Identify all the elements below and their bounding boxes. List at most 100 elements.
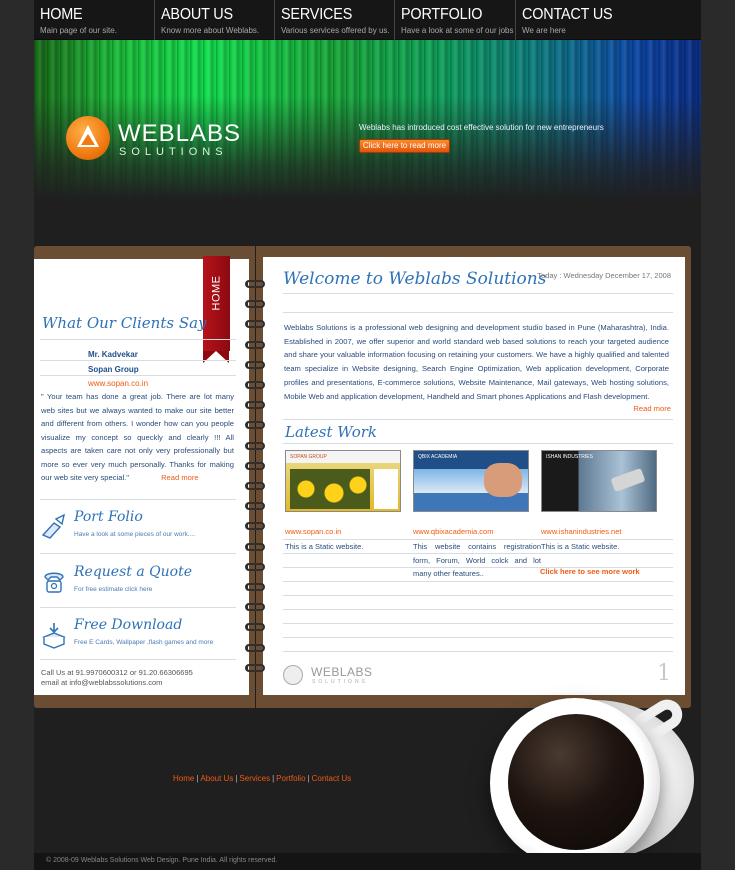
divider xyxy=(283,443,673,444)
divider xyxy=(40,360,236,361)
footer-link-about[interactable]: About Us xyxy=(200,774,233,783)
spiral-ring xyxy=(245,340,265,349)
divider xyxy=(283,623,673,624)
thumb-menu xyxy=(374,469,398,509)
spiral-ring xyxy=(245,522,265,531)
footer-link-portfolio[interactable]: Portfolio xyxy=(276,774,305,783)
footer-logo-subtext: SOLUTIONS xyxy=(312,679,368,685)
spiral-ring xyxy=(245,300,265,309)
copyright: © 2008-09 Weblabs Solutions Web Design. … xyxy=(34,853,701,870)
footer-link-home[interactable]: Home xyxy=(173,774,194,783)
divider xyxy=(40,607,236,608)
client-company: Sopan Group xyxy=(88,365,139,374)
divider xyxy=(283,595,673,596)
spiral-ring xyxy=(245,421,265,430)
work-thumb-ishan[interactable]: ISHAN INDUSTRIES xyxy=(541,450,657,512)
thumb-label: SOPAN GROUP xyxy=(290,454,327,460)
nav-item-about[interactable]: ABOUT US Know more about Weblabs. xyxy=(155,0,275,40)
footer-links: Home | About Us | Services | Portfolio | Contact… xyxy=(173,774,351,783)
today-date: Today : Wednesday December 17, 2008 xyxy=(537,271,671,280)
read-more-button[interactable]: Click here to read more xyxy=(359,139,450,153)
nav-portfolio-title[interactable]: PORTFOLIO xyxy=(401,6,504,24)
divider xyxy=(283,637,673,638)
free-download-title[interactable]: Free Download xyxy=(74,617,182,633)
client-name: Mr. Kadvekar xyxy=(88,350,138,359)
spiral-ring xyxy=(245,583,265,591)
nav-contact-title[interactable]: CONTACT US xyxy=(522,6,683,24)
spiral-ring xyxy=(245,623,265,632)
footer-link-services[interactable]: Services xyxy=(239,774,270,783)
divider xyxy=(40,499,236,500)
spiral-ring xyxy=(245,603,265,612)
footer-link-contact[interactable]: Contact Us xyxy=(312,774,352,783)
nav-portfolio-sub: Have a look at some of our jobs xyxy=(401,26,514,35)
thumb-people xyxy=(484,463,522,497)
free-download-block[interactable]: Free Download Free E Cards, Wallpaper ,f… xyxy=(40,617,240,661)
divider xyxy=(283,539,673,540)
testimonial-read-more-link[interactable]: Read more xyxy=(161,473,199,482)
portfolio-block[interactable]: Port Folio Have a look at some pieces of… xyxy=(40,509,240,553)
testimonial-body: " Your team has done a great job. There … xyxy=(41,392,234,482)
nav-item-home[interactable]: HOME Main page of our site. xyxy=(34,0,155,40)
nav-home-sub: Main page of our site. xyxy=(40,26,117,35)
welcome-heading: Welcome to Weblabs Solutions xyxy=(283,269,547,289)
see-more-work-link[interactable]: Click here to see more work xyxy=(540,567,640,576)
spiral-ring xyxy=(245,381,265,389)
divider xyxy=(40,553,236,554)
spiral-ring xyxy=(245,360,265,369)
page: HOME Main page of our site. ABOUT US Kno… xyxy=(34,0,701,870)
client-url-link[interactable]: www.sopan.co.in xyxy=(88,379,148,388)
contact-info: Call Us at 91.9970600312 or 91.20.663066… xyxy=(41,668,193,688)
intro-paragraph: Weblabs Solutions is a professional web … xyxy=(284,323,669,401)
spiral-ring xyxy=(245,482,265,490)
divider xyxy=(283,419,673,420)
nav-home-title[interactable]: HOME xyxy=(40,6,143,24)
divider xyxy=(40,339,236,340)
spiral-ring xyxy=(245,280,265,288)
spiral-ring xyxy=(245,562,265,571)
logo-triangle-inner xyxy=(81,134,95,145)
nav-services-sub: Various services offered by us. xyxy=(281,26,390,35)
request-quote-title[interactable]: Request a Quote xyxy=(74,564,192,580)
work-url-ishan[interactable]: www.ishanindustries.net xyxy=(541,527,621,536)
spiral-ring xyxy=(245,320,265,329)
nav-item-contact[interactable]: CONTACT US We are here xyxy=(516,0,701,40)
footer-logo-badge-icon xyxy=(283,665,303,685)
testimonial-text: " Your team has done a great job. There … xyxy=(41,390,234,485)
home-bookmark-tab[interactable]: HOME xyxy=(203,256,230,363)
work-desc-ishan: This is a Static website. xyxy=(541,542,620,551)
nav-item-services[interactable]: SERVICES Various services offered by us. xyxy=(275,0,395,40)
divider xyxy=(283,312,673,313)
contact-email[interactable]: email at info@weblabssolutions.com xyxy=(41,678,193,688)
download-box-icon xyxy=(42,623,66,649)
pen-hand-icon xyxy=(41,513,66,539)
divider xyxy=(40,375,236,376)
request-quote-sub: For free estimate click here xyxy=(74,586,153,593)
spiral-ring xyxy=(245,663,265,672)
nav-about-title[interactable]: ABOUT US xyxy=(161,6,263,24)
divider xyxy=(283,581,673,582)
notebook: HOME What Our Clients Say Mr. Kadvekar S… xyxy=(34,246,691,708)
page-number: 1 xyxy=(657,661,671,686)
left-page: HOME What Our Clients Say Mr. Kadvekar S… xyxy=(34,256,249,695)
portfolio-sub: Have a look at some pieces of our work..… xyxy=(74,531,196,538)
request-quote-block[interactable]: Request a Quote For free estimate click … xyxy=(40,564,240,608)
work-desc-sopan: This is a Static website. xyxy=(285,542,364,551)
spiral-ring xyxy=(245,441,265,450)
spiral-ring xyxy=(245,643,265,652)
coffee-surface-image xyxy=(508,714,644,850)
work-url-qbix[interactable]: www.qbixacademia.com xyxy=(413,527,493,536)
divider xyxy=(283,651,673,652)
portfolio-title[interactable]: Port Folio xyxy=(74,509,143,525)
logo-subtext: SOLUTIONS xyxy=(119,146,228,158)
work-thumb-sopan[interactable]: SOPAN GROUP xyxy=(285,450,401,512)
nav-services-title[interactable]: SERVICES xyxy=(281,6,383,24)
work-thumb-qbix[interactable]: QBIX ACADEMIA xyxy=(413,450,529,512)
thumb-part xyxy=(610,467,646,493)
intro-read-more-link[interactable]: Read more xyxy=(633,404,671,413)
logo-text: WEBLABS xyxy=(118,120,242,147)
top-nav: HOME Main page of our site. ABOUT US Kno… xyxy=(34,0,701,40)
work-desc-qbix: This website contains registration form,… xyxy=(413,542,541,578)
nav-item-portfolio[interactable]: PORTFOLIO Have a look at some of our job… xyxy=(395,0,516,40)
work-url-sopan[interactable]: www.sopan.co.in xyxy=(285,527,341,536)
